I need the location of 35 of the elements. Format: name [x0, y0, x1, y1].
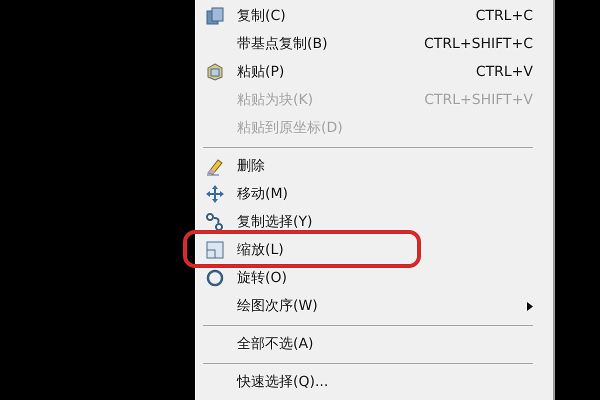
menu-item-label: 粘贴(P) — [237, 62, 284, 82]
menu-item-label: 粘贴为块(K) — [237, 90, 314, 110]
copy-selection-icon — [205, 212, 225, 232]
rotate-icon — [205, 268, 225, 288]
menu-item[interactable]: 绘图次序(W) — [203, 292, 533, 320]
menu-item[interactable]: 复制(C) CTRL+C — [203, 2, 533, 30]
menu-item[interactable]: 旋转(O) — [203, 264, 533, 292]
menu-item[interactable]: 复制选择(Y) — [203, 208, 533, 236]
shortcut-label: CTRL+C — [476, 6, 533, 26]
copy-icon — [205, 6, 225, 26]
shortcut-label: CTRL+SHIFT+C — [424, 34, 533, 54]
shortcut-label: CTRL+V — [476, 62, 533, 82]
menu-item-label: 快速选择(Q)... — [237, 372, 328, 392]
menu-item-label: 全部不选(A) — [237, 334, 314, 354]
clipboard-icon — [205, 62, 225, 82]
menu-item-label: 旋转(O) — [237, 268, 287, 288]
menu-item[interactable]: 删除 — [203, 152, 533, 180]
menu-item[interactable]: 移动(M) — [203, 180, 533, 208]
submenu-arrow-icon — [527, 302, 533, 310]
menu-item-label: 复制(C) — [237, 6, 286, 26]
menu-item-label: 删除 — [237, 156, 265, 176]
menu-item-label: 粘贴到原坐标(D) — [237, 118, 343, 138]
menu-item[interactable]: 快速选择(Q)... — [203, 368, 533, 396]
menu-item-label: 缩放(L) — [237, 240, 284, 260]
move-arrows-icon — [205, 184, 225, 204]
menu-item[interactable]: 全部不选(A) — [203, 330, 533, 358]
menu-item-label: 绘图次序(W) — [237, 296, 318, 316]
menu-item-label: 带基点复制(B) — [237, 34, 328, 54]
shortcut-label: CTRL+SHIFT+V — [424, 90, 533, 110]
menu-item[interactable]: 粘贴(P) CTRL+V — [203, 58, 533, 86]
menu-item[interactable]: 缩放(L) — [203, 236, 533, 264]
menu-item[interactable]: 带基点复制(B) CTRL+SHIFT+C — [203, 30, 533, 58]
menu-item-label: 移动(M) — [237, 184, 288, 204]
scale-icon — [205, 240, 225, 260]
menu-item-label: 复制选择(Y) — [237, 212, 312, 232]
